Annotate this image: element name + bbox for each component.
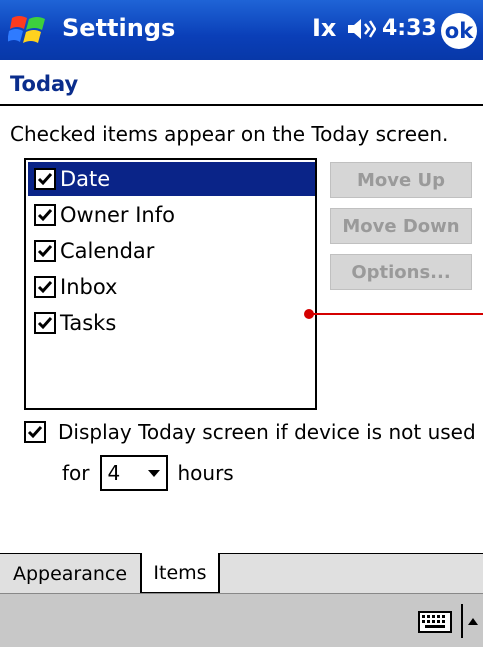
dropdown-arrow-icon bbox=[147, 469, 160, 477]
keyboard-icon[interactable] bbox=[418, 610, 452, 634]
hours-row: for 4 hours bbox=[62, 453, 234, 493]
checkbox-calendar[interactable] bbox=[34, 240, 56, 262]
tab-appearance[interactable]: Appearance bbox=[0, 554, 142, 594]
today-items-list[interactable]: Date Owner Info Calendar Inbox Tasks bbox=[24, 158, 317, 410]
display-today-checkbox[interactable] bbox=[24, 421, 46, 443]
tab-items[interactable]: Items bbox=[142, 553, 220, 594]
display-today-option[interactable]: Display Today screen if device is not us… bbox=[24, 419, 476, 445]
list-item-label: Date bbox=[60, 167, 111, 191]
list-item-label: Inbox bbox=[60, 275, 118, 299]
list-item-label: Calendar bbox=[60, 239, 155, 263]
title-bar: Settings Ix 4:33 ok bbox=[0, 0, 483, 60]
move-up-button[interactable]: Move Up bbox=[330, 162, 472, 198]
checkbox-date[interactable] bbox=[34, 168, 56, 190]
menu-bar bbox=[0, 593, 483, 647]
list-item-label: Owner Info bbox=[60, 203, 175, 227]
instruction-text: Checked items appear on the Today screen… bbox=[10, 122, 449, 146]
windows-start-icon[interactable] bbox=[8, 12, 50, 50]
hours-dropdown[interactable]: 4 bbox=[99, 455, 168, 491]
sip-menu-arrow-icon[interactable] bbox=[461, 604, 483, 638]
list-item-tasks[interactable]: Tasks bbox=[28, 306, 315, 340]
options-button[interactable]: Options... bbox=[330, 254, 472, 290]
for-label: for bbox=[62, 461, 90, 485]
checkmark-icon bbox=[27, 426, 43, 439]
checkbox-owner-info[interactable] bbox=[34, 204, 56, 226]
checkmark-icon bbox=[37, 209, 53, 222]
hours-value: 4 bbox=[107, 461, 121, 485]
list-item-date[interactable]: Date bbox=[28, 162, 315, 196]
hours-label: hours bbox=[177, 461, 234, 485]
tab-strip: Appearance Items bbox=[0, 553, 483, 594]
checkbox-tasks[interactable] bbox=[34, 312, 56, 334]
checkmark-icon bbox=[37, 245, 53, 258]
move-down-button[interactable]: Move Down bbox=[330, 208, 472, 244]
volume-icon[interactable] bbox=[346, 17, 376, 41]
list-item-inbox[interactable]: Inbox bbox=[28, 270, 315, 304]
list-item-owner-info[interactable]: Owner Info bbox=[28, 198, 315, 232]
page-title: Today bbox=[10, 72, 79, 96]
connectivity-icon[interactable]: Ix bbox=[312, 14, 336, 42]
checkmark-icon bbox=[37, 173, 53, 186]
ok-button[interactable]: ok bbox=[441, 13, 477, 49]
list-item-label: Tasks bbox=[60, 311, 117, 335]
checkmark-icon bbox=[37, 317, 53, 330]
checkbox-inbox[interactable] bbox=[34, 276, 56, 298]
window-title: Settings bbox=[62, 14, 176, 42]
clock[interactable]: 4:33 bbox=[382, 16, 437, 41]
list-item-calendar[interactable]: Calendar bbox=[28, 234, 315, 268]
display-today-label: Display Today screen if device is not us… bbox=[58, 420, 476, 444]
checkmark-icon bbox=[37, 281, 53, 294]
page-header: Today bbox=[0, 60, 483, 106]
callout-marker-line bbox=[312, 313, 483, 315]
